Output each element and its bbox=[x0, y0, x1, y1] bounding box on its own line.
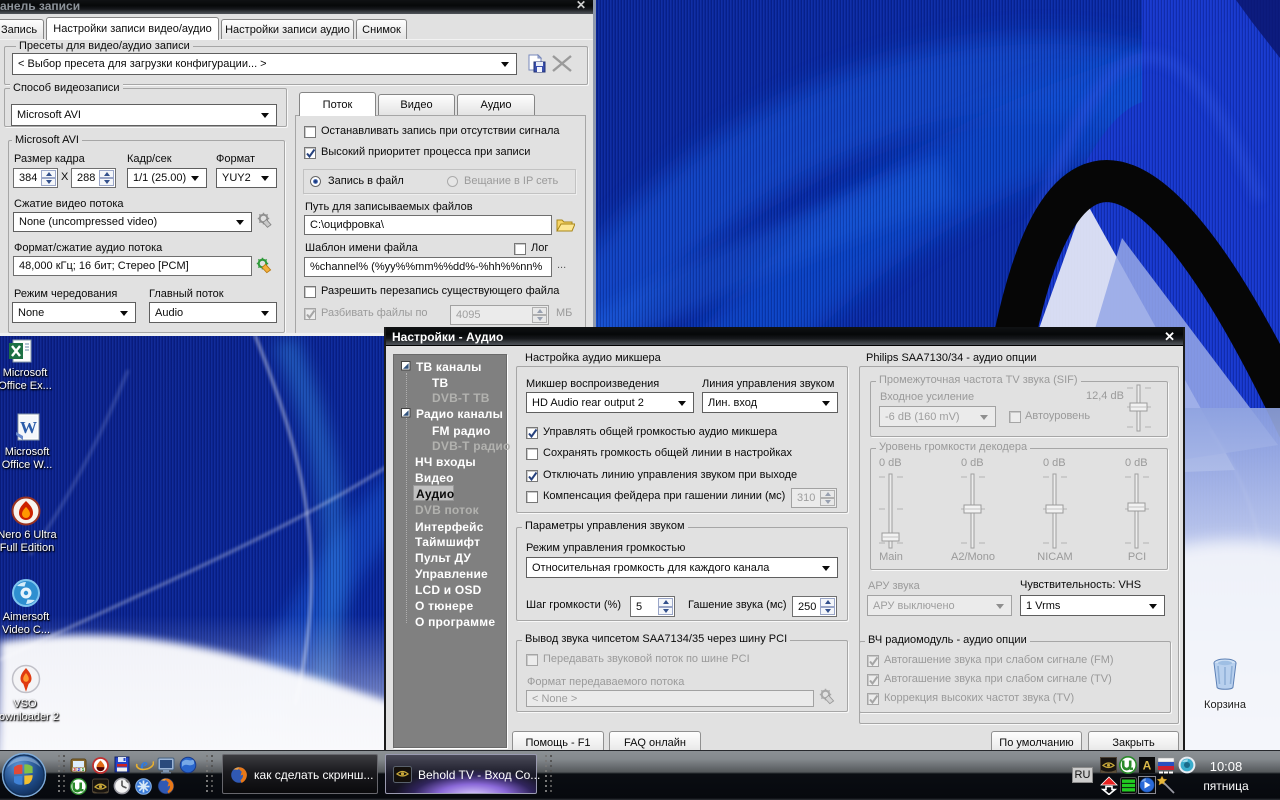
svg-text:e: e bbox=[140, 755, 148, 774]
svg-text:W: W bbox=[20, 418, 37, 437]
svg-text:A: A bbox=[1143, 759, 1152, 773]
